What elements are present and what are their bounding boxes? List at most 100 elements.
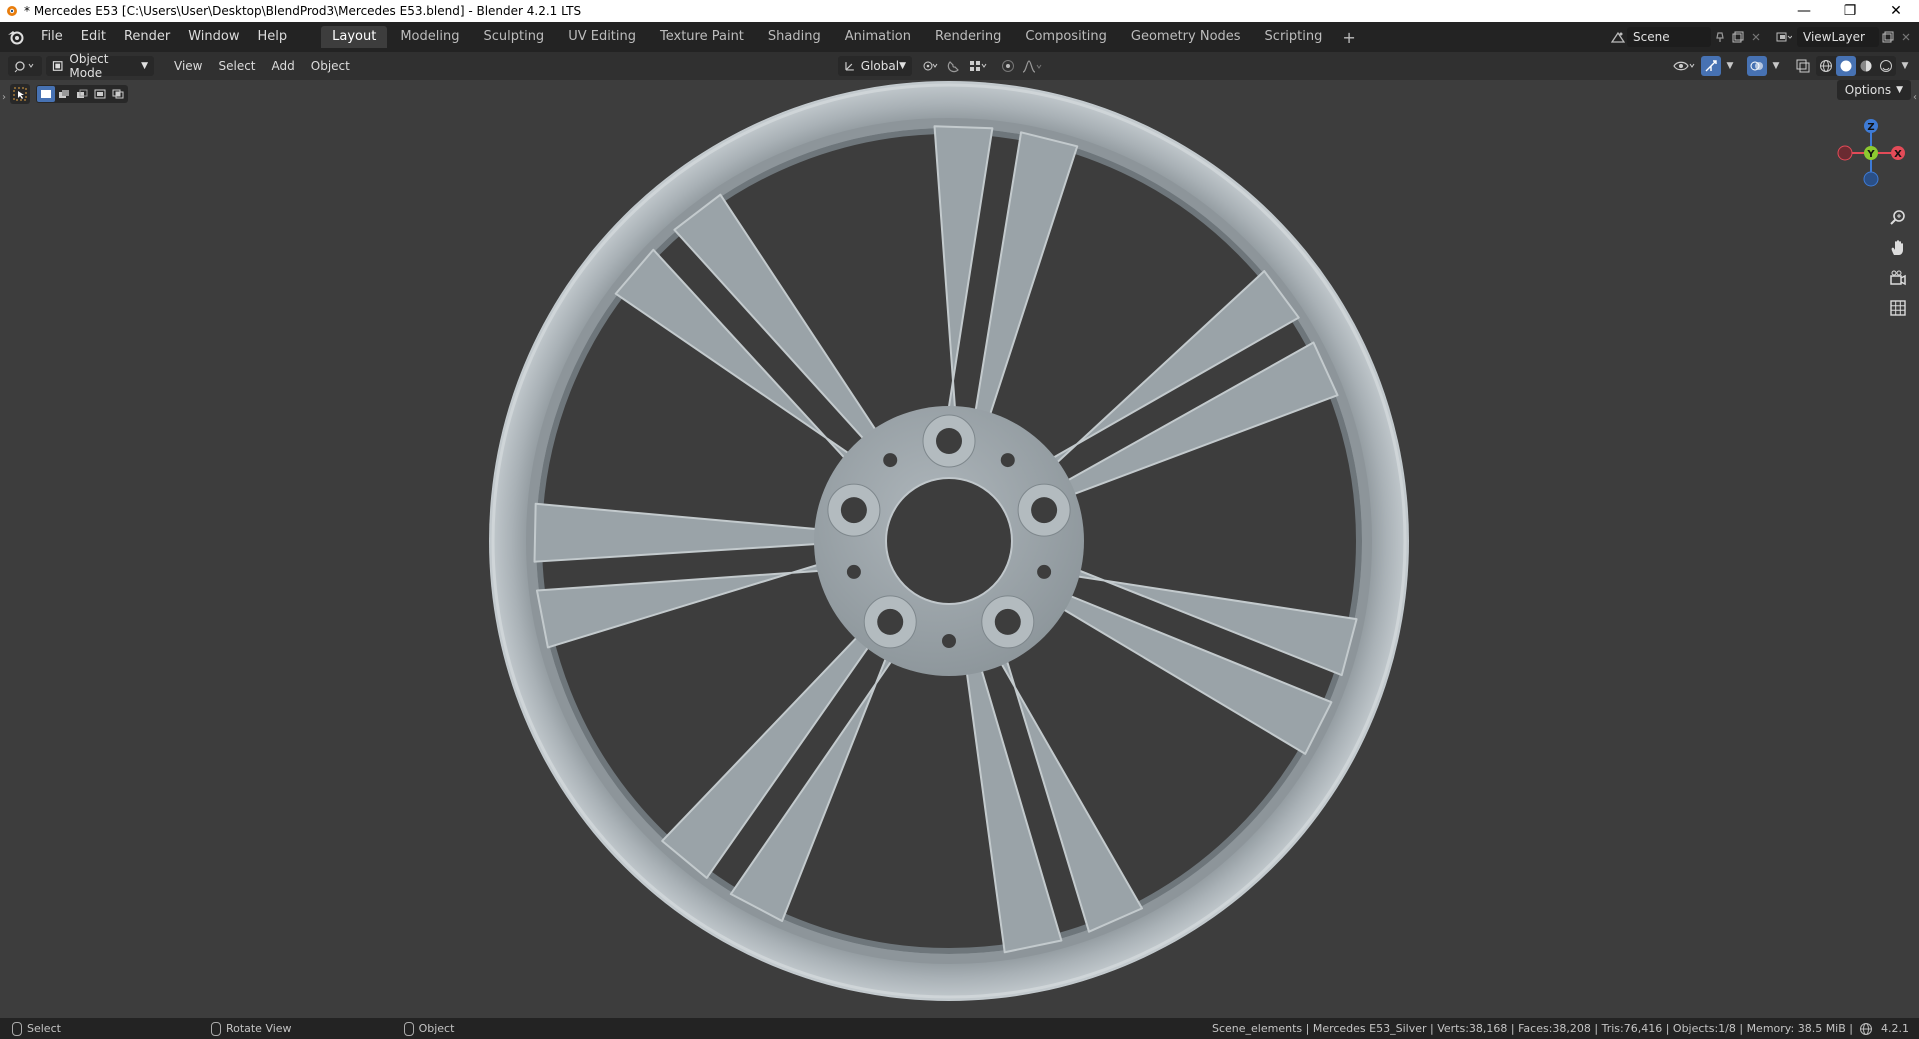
- add-workspace-button[interactable]: +: [1334, 28, 1363, 47]
- minimize-button[interactable]: —: [1781, 0, 1827, 22]
- hint-object-label: Object: [418, 1022, 455, 1035]
- view-menu[interactable]: View: [166, 59, 210, 73]
- viewport-header: Object Mode ▼ View Select Add Object Glo…: [0, 52, 1919, 80]
- tab-modeling[interactable]: Modeling: [389, 26, 470, 48]
- lug-hole: [994, 608, 1021, 635]
- scene-icon[interactable]: [1609, 28, 1627, 46]
- window-title: * Mercedes E53 [C:\Users\User\Desktop\Bl…: [24, 4, 582, 18]
- proportional-edit-icon[interactable]: [998, 56, 1018, 76]
- mouse-right-icon: [403, 1021, 414, 1036]
- gizmo-neg-z-axis[interactable]: [1863, 171, 1879, 187]
- blender-app-icon: [0, 0, 22, 22]
- tab-geometry-nodes[interactable]: Geometry Nodes: [1120, 26, 1252, 48]
- grid-ortho-icon[interactable]: [1884, 294, 1912, 322]
- chevron-down-icon[interactable]: ▼: [1770, 56, 1782, 76]
- lug-hole: [936, 428, 962, 454]
- tab-rendering[interactable]: Rendering: [924, 26, 1012, 48]
- tab-uv-editing[interactable]: UV Editing: [557, 26, 647, 48]
- lug-hole: [877, 608, 904, 635]
- camera-icon[interactable]: [1884, 264, 1912, 292]
- pivot-point-icon[interactable]: [916, 56, 944, 76]
- options-dropdown[interactable]: Options ▼: [1836, 80, 1911, 100]
- close-button[interactable]: ✕: [1873, 0, 1919, 22]
- rendered-shading-icon[interactable]: [1876, 56, 1896, 76]
- select-intersect-icon[interactable]: [109, 86, 127, 102]
- new-view-layer-icon[interactable]: [1879, 28, 1897, 46]
- transform-tools: Global ▼: [838, 56, 1046, 76]
- window-titlebar: * Mercedes E53 [C:\Users\User\Desktop\Bl…: [0, 0, 1919, 22]
- version-label: 4.2.1: [1881, 1022, 1909, 1035]
- tab-compositing[interactable]: Compositing: [1014, 26, 1118, 48]
- select-menu[interactable]: Select: [210, 59, 263, 73]
- mouse-middle-icon: [210, 1021, 221, 1036]
- hint-select-label: Select: [27, 1022, 61, 1035]
- xray-toggle-icon[interactable]: [1793, 56, 1813, 76]
- hand-pan-icon[interactable]: [1884, 234, 1912, 262]
- snap-target-icon[interactable]: [964, 56, 992, 76]
- hint-rotate-view: Rotate View: [210, 1021, 292, 1036]
- snap-toggle-icon[interactable]: [944, 56, 964, 76]
- overlays-toggle-icon[interactable]: [1747, 56, 1767, 76]
- wireframe-shading-icon[interactable]: [1816, 56, 1836, 76]
- tab-shading[interactable]: Shading: [757, 26, 832, 48]
- toolbar-expand-arrow-icon[interactable]: ›: [2, 92, 6, 103]
- menu-render[interactable]: Render: [115, 22, 179, 52]
- add-menu[interactable]: Add: [264, 59, 303, 73]
- sidebar-expand-arrow-icon[interactable]: ‹: [1913, 92, 1917, 103]
- remove-scene-icon[interactable]: [1747, 28, 1765, 46]
- scene-name-field[interactable]: Scene: [1627, 27, 1711, 47]
- menu-edit[interactable]: Edit: [72, 22, 115, 52]
- workspace-tabs: Layout Modeling Sculpting UV Editing Tex…: [320, 26, 1364, 48]
- gizmo-neg-x-axis[interactable]: [1837, 145, 1853, 161]
- center-bore: [885, 477, 1013, 605]
- proportional-falloff-icon[interactable]: [1018, 56, 1046, 76]
- scene-selector-area: Scene ViewLayer: [1609, 22, 1919, 52]
- select-invert-icon[interactable]: [91, 86, 109, 102]
- small-hole: [883, 453, 898, 468]
- lug-hole: [840, 497, 867, 524]
- view-layer-field[interactable]: ViewLayer: [1797, 27, 1879, 47]
- chevron-down-icon[interactable]: ▼: [1724, 56, 1736, 76]
- shading-mode-group: [1816, 56, 1896, 76]
- tool-settings: [10, 84, 128, 104]
- navigation-gizmo[interactable]: Z X Y: [1826, 110, 1916, 200]
- transform-orientation-dropdown[interactable]: Global ▼: [838, 56, 912, 76]
- select-subtract-icon[interactable]: [73, 86, 91, 102]
- tab-scripting[interactable]: Scripting: [1254, 26, 1334, 48]
- menu-window[interactable]: Window: [179, 22, 248, 52]
- tab-layout[interactable]: Layout: [321, 26, 388, 48]
- small-hole: [846, 564, 861, 579]
- object-menu[interactable]: Object: [303, 59, 358, 73]
- pin-icon[interactable]: [1711, 28, 1729, 46]
- viewport-display-tools: ▼ ▼ ▼: [1670, 56, 1911, 76]
- small-hole: [1037, 564, 1052, 579]
- remove-view-layer-icon[interactable]: [1897, 28, 1915, 46]
- stats-text: Scene_elements | Mercedes E53_Silver | V…: [1212, 1022, 1853, 1035]
- object-mode-dropdown[interactable]: Object Mode ▼: [46, 52, 154, 80]
- gizmo-z-label: Z: [1867, 122, 1874, 133]
- visibility-eye-icon[interactable]: [1670, 56, 1698, 76]
- solid-shading-icon[interactable]: [1836, 56, 1856, 76]
- zoom-icon[interactable]: [1884, 204, 1912, 232]
- new-scene-icon[interactable]: [1729, 28, 1747, 46]
- restore-button[interactable]: ❐: [1827, 0, 1873, 22]
- tab-sculpting[interactable]: Sculpting: [472, 26, 555, 48]
- gizmo-x-label: X: [1894, 149, 1902, 160]
- 3d-viewport[interactable]: Options ▼ › ‹ Z X Y: [0, 80, 1919, 1018]
- select-extend-icon[interactable]: [55, 86, 73, 102]
- blender-logo-icon[interactable]: [0, 29, 32, 45]
- menu-help[interactable]: Help: [249, 22, 297, 52]
- chevron-down-icon[interactable]: ▼: [1899, 56, 1911, 76]
- wheel-model[interactable]: [0, 80, 1919, 1018]
- hint-rotate-label: Rotate View: [225, 1022, 292, 1035]
- select-new-icon[interactable]: [37, 86, 55, 102]
- view-layer-icon[interactable]: [1775, 28, 1793, 46]
- editor-type-dropdown[interactable]: [8, 56, 42, 76]
- tab-animation[interactable]: Animation: [834, 26, 922, 48]
- menu-file[interactable]: File: [32, 22, 72, 52]
- small-hole: [1000, 453, 1015, 468]
- tab-texture-paint[interactable]: Texture Paint: [649, 26, 755, 48]
- gizmo-toggle-icon[interactable]: [1701, 56, 1721, 76]
- select-tool-icon[interactable]: [10, 84, 30, 104]
- material-preview-shading-icon[interactable]: [1856, 56, 1876, 76]
